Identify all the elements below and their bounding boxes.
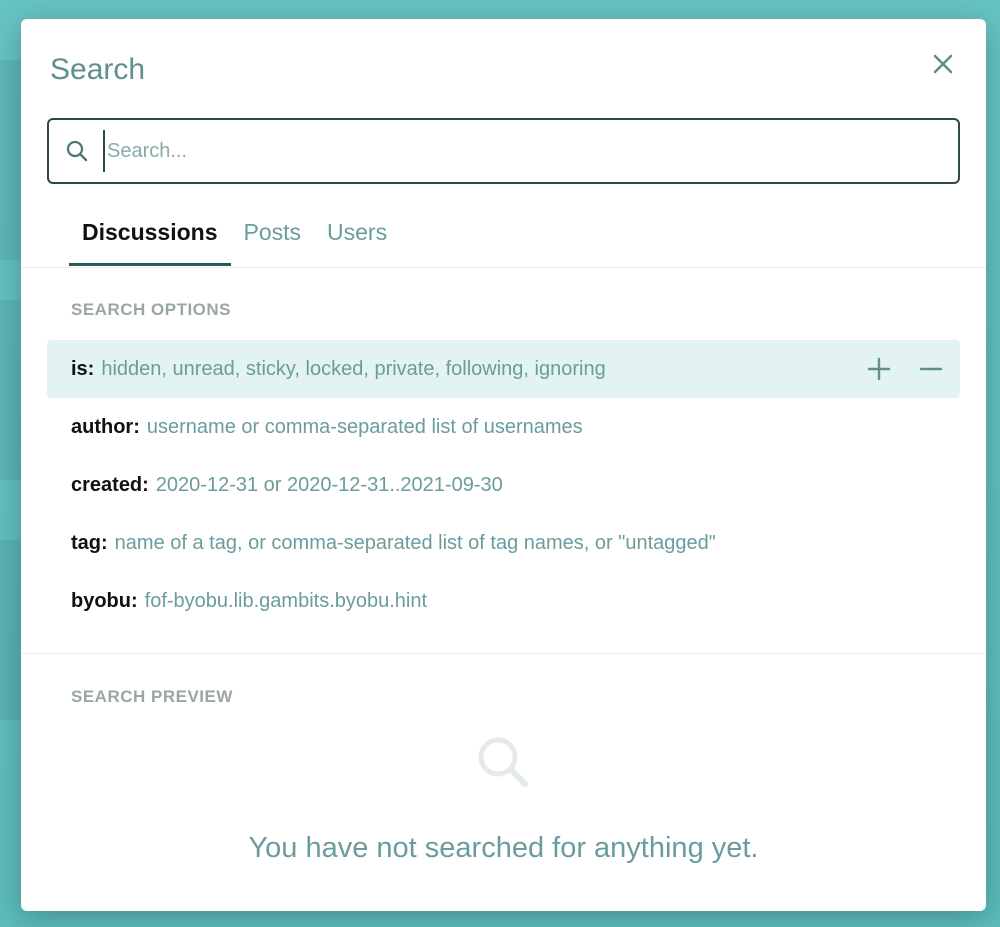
option-hint: fof-byobu.lib.gambits.byobu.hint	[144, 589, 428, 612]
tab-posts[interactable]: Posts	[231, 209, 315, 266]
search-input[interactable]	[103, 130, 943, 172]
divider	[21, 653, 986, 654]
background-content	[0, 540, 22, 720]
option-is[interactable]: is: hidden, unread, sticky, locked, priv…	[47, 340, 960, 398]
option-key: created:	[71, 473, 149, 496]
search-icon	[66, 140, 88, 162]
option-key: author:	[71, 415, 140, 438]
background-content	[0, 300, 22, 480]
option-hint: name of a tag, or comma-separated list o…	[114, 531, 716, 554]
search-field[interactable]	[47, 118, 960, 184]
tab-users[interactable]: Users	[314, 209, 400, 266]
option-tag[interactable]: tag: name of a tag, or comma-separated l…	[47, 514, 960, 572]
option-byobu[interactable]: byobu: fof-byobu.lib.gambits.byobu.hint	[47, 572, 960, 630]
option-author[interactable]: author: username or comma-separated list…	[47, 398, 960, 456]
divider	[21, 267, 986, 268]
plus-icon	[867, 357, 891, 381]
remove-option-button[interactable]	[916, 354, 946, 384]
tab-discussions[interactable]: Discussions	[69, 209, 231, 266]
add-option-button[interactable]	[864, 354, 894, 384]
search-tabs: Discussions Posts Users	[69, 209, 400, 266]
option-actions	[864, 354, 946, 384]
option-hint: hidden, unread, sticky, locked, private,…	[101, 357, 606, 380]
option-key: tag:	[71, 531, 108, 554]
close-button[interactable]	[928, 49, 958, 79]
search-options-heading: SEARCH OPTIONS	[71, 300, 232, 319]
minus-icon	[919, 367, 943, 371]
option-created[interactable]: created: 2020-12-31 or 2020-12-31..2021-…	[47, 456, 960, 514]
search-preview-heading: SEARCH PREVIEW	[71, 687, 233, 706]
background-content	[0, 60, 22, 260]
search-modal: Search Discussions Posts Users SEARCH OP…	[21, 19, 986, 911]
empty-search-icon	[478, 737, 528, 787]
option-key: byobu:	[71, 589, 138, 612]
option-key: is:	[71, 357, 95, 380]
search-options-list: is: hidden, unread, sticky, locked, priv…	[47, 340, 960, 630]
modal-title: Search	[50, 53, 146, 86]
option-hint: 2020-12-31 or 2020-12-31..2021-09-30	[155, 473, 503, 496]
empty-state-message: You have not searched for anything yet.	[248, 832, 759, 864]
close-icon	[933, 54, 953, 74]
option-hint: username or comma-separated list of user…	[146, 415, 583, 438]
